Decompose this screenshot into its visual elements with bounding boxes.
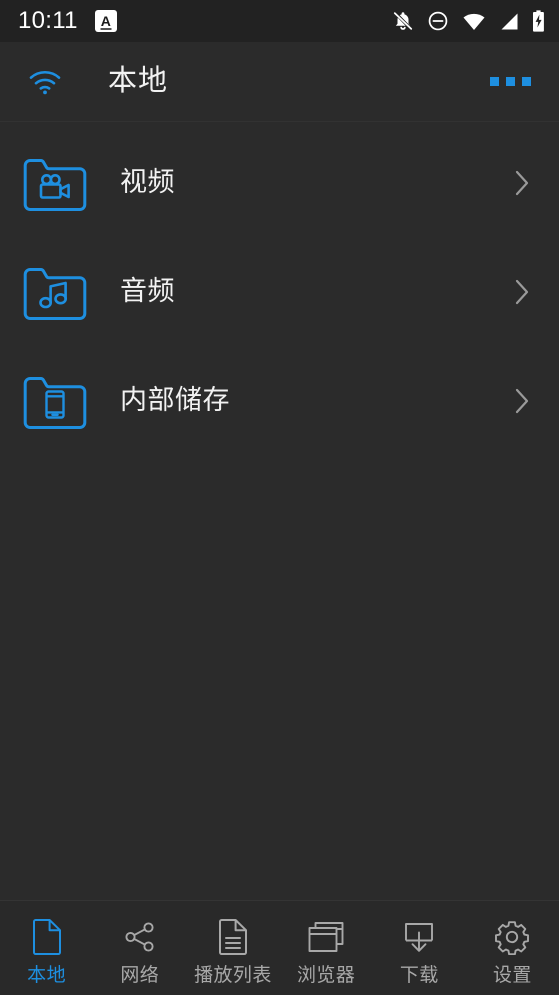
playlist-icon [218, 917, 248, 957]
list-item-label: 内部储存 [120, 385, 230, 415]
chevron-right-icon [509, 277, 535, 307]
local-folder-list: 视频 音频 内部储存 [0, 122, 559, 900]
nav-item-label: 浏览器 [297, 965, 356, 986]
list-item-video[interactable]: 视频 [0, 128, 559, 237]
cellular-signal-icon [499, 12, 519, 31]
nav-item-playlist[interactable]: 播放列表 [186, 901, 279, 995]
status-clock: 10:11 [18, 7, 78, 34]
list-item-internal-storage[interactable]: 内部储存 [0, 346, 559, 455]
overflow-dot [490, 77, 499, 86]
chevron-right-icon [509, 168, 535, 198]
list-item-label: 音频 [120, 276, 175, 306]
nav-item-network[interactable]: 网络 [93, 901, 186, 995]
overflow-menu-icon[interactable] [484, 63, 537, 100]
nav-item-label: 设置 [493, 965, 532, 986]
wifi-icon [462, 11, 486, 31]
app-root: 10:11 A 本地 视频 音频 内部储存 本地 网络 播放列表 浏览器 下载 … [0, 0, 559, 995]
share-icon [123, 917, 157, 957]
bottom-navigation: 本地 网络 播放列表 浏览器 下载 设置 [0, 900, 559, 995]
nav-item-label: 下载 [399, 965, 439, 986]
nav-item-label: 播放列表 [194, 965, 272, 986]
notifications-off-icon [392, 10, 414, 32]
chevron-right-icon [509, 386, 535, 416]
page-title: 本地 [108, 65, 169, 97]
folder-internal-storage-icon [20, 372, 90, 430]
folder-audio-icon [20, 263, 90, 321]
nav-item-label: 本地 [27, 965, 66, 986]
nav-item-settings[interactable]: 设置 [466, 901, 559, 995]
overflow-dot [522, 77, 531, 86]
status-icons [392, 10, 545, 32]
settings-icon [494, 917, 530, 957]
download-icon [402, 917, 436, 957]
nav-item-browser[interactable]: 浏览器 [280, 901, 373, 995]
list-item-label: 视频 [120, 167, 175, 197]
ime-indicator-icon: A [94, 10, 117, 32]
browser-icon [307, 917, 345, 957]
folder-video-icon [20, 154, 90, 212]
nav-item-local[interactable]: 本地 [0, 901, 93, 995]
do-not-disturb-icon [427, 10, 449, 32]
overflow-dot [506, 77, 515, 86]
battery-charging-icon [532, 10, 545, 32]
status-bar: 10:11 A [0, 0, 559, 42]
app-bar: 本地 [0, 42, 559, 122]
file-icon [32, 917, 62, 957]
nav-item-label: 网络 [120, 965, 160, 986]
nav-item-download[interactable]: 下载 [373, 901, 466, 995]
wifi-icon[interactable] [24, 69, 66, 95]
list-item-audio[interactable]: 音频 [0, 237, 559, 346]
